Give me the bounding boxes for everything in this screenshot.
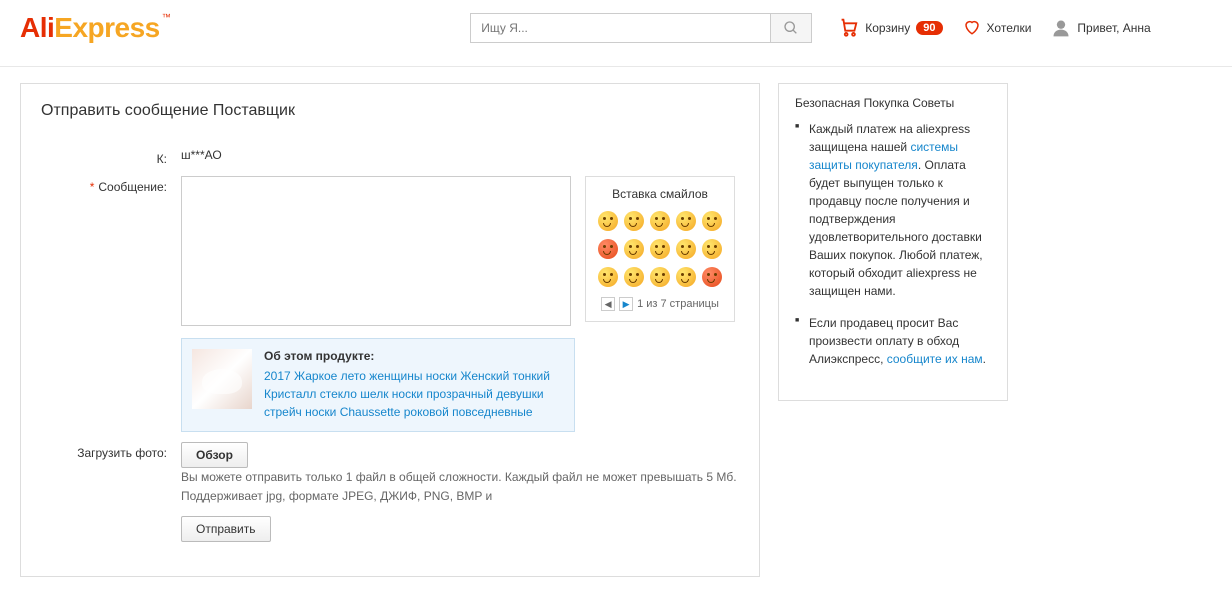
- to-value: ш***АО: [181, 148, 739, 166]
- product-thumbnail[interactable]: [192, 349, 252, 409]
- cart-link[interactable]: Корзину 90: [837, 16, 942, 41]
- smiley-panel: Вставка смайлов: [585, 176, 735, 322]
- heart-icon: [963, 18, 981, 39]
- to-row: К: ш***АО: [41, 148, 739, 166]
- send-button[interactable]: Отправить: [181, 516, 271, 542]
- logo[interactable]: AliExpress™: [20, 12, 170, 44]
- page-title: Отправить сообщение Поставщик: [41, 102, 739, 120]
- greeting-label: Привет, Анна: [1077, 21, 1150, 35]
- smiley-icon[interactable]: [676, 211, 696, 231]
- search-button[interactable]: [770, 13, 812, 43]
- smiley-icon[interactable]: [598, 239, 618, 259]
- smiley-icon[interactable]: [702, 239, 722, 259]
- tips-panel: Безопасная Покупка Советы Каждый платеж …: [778, 83, 1008, 401]
- header-right: Корзину 90 Хотелки Привет, Анна: [837, 16, 1150, 41]
- header: AliExpress™ Корзину 90 Хотелки Привет, А…: [0, 0, 1232, 67]
- upload-row: Загрузить фото: Обзор Вы можете отправит…: [41, 442, 739, 542]
- logo-part1: Ali: [20, 12, 54, 43]
- smiley-grid: [598, 211, 722, 287]
- smiley-icon[interactable]: [650, 211, 670, 231]
- logo-part2: Express: [54, 12, 159, 43]
- message-form-panel: Отправить сообщение Поставщик К: ш***АО …: [20, 83, 760, 577]
- tip-item: Каждый платеж на aliexpress защищена наш…: [795, 120, 991, 300]
- upload-hint: Вы можете отправить только 1 файл в обще…: [181, 468, 739, 487]
- to-label: К:: [41, 148, 181, 166]
- cart-icon: [837, 16, 859, 41]
- product-link[interactable]: 2017 Жаркое лето женщины носки Женский т…: [264, 369, 550, 419]
- smiley-icon[interactable]: [676, 267, 696, 287]
- search-input[interactable]: [470, 13, 770, 43]
- smiley-icon[interactable]: [624, 211, 644, 231]
- product-box-title: Об этом продукте:: [264, 349, 564, 363]
- report-link[interactable]: сообщите их нам: [887, 352, 983, 366]
- wishlist-link[interactable]: Хотелки: [963, 18, 1032, 39]
- smiley-icon[interactable]: [624, 239, 644, 259]
- upload-label: Загрузить фото:: [41, 442, 181, 542]
- smiley-title: Вставка смайлов: [598, 187, 722, 201]
- cart-label: Корзину: [865, 21, 910, 35]
- main: Отправить сообщение Поставщик К: ш***АО …: [0, 67, 1232, 593]
- tip-item: Если продавец просит Вас произвести опла…: [795, 314, 991, 368]
- upload-hint-formats: Поддерживает jpg, формате JPEG, ДЖИФ, PN…: [181, 487, 739, 506]
- wishlist-label: Хотелки: [987, 21, 1032, 35]
- pager-next-button[interactable]: ▶: [619, 297, 633, 311]
- avatar-icon: [1051, 18, 1071, 38]
- pager-prev-button[interactable]: ◀: [601, 297, 615, 311]
- message-label: *Сообщение:: [41, 176, 181, 432]
- search-bar: [470, 13, 812, 43]
- pager-text: 1 из 7 страницы: [637, 298, 719, 310]
- search-icon: [783, 20, 799, 36]
- smiley-pager: ◀ ▶ 1 из 7 страницы: [598, 297, 722, 311]
- browse-button[interactable]: Обзор: [181, 442, 248, 468]
- tips-title: Безопасная Покупка Советы: [795, 96, 991, 110]
- smiley-icon[interactable]: [702, 267, 722, 287]
- smiley-icon[interactable]: [676, 239, 696, 259]
- message-row: *Сообщение: Вставка смайлов: [41, 176, 739, 432]
- smiley-icon[interactable]: [702, 211, 722, 231]
- cart-count-badge: 90: [916, 21, 942, 35]
- smiley-icon[interactable]: [598, 211, 618, 231]
- tips-list: Каждый платеж на aliexpress защищена наш…: [795, 120, 991, 368]
- smiley-icon[interactable]: [650, 239, 670, 259]
- logo-tm: ™: [162, 12, 171, 22]
- smiley-icon[interactable]: [598, 267, 618, 287]
- message-textarea[interactable]: [181, 176, 571, 326]
- account-link[interactable]: Привет, Анна: [1051, 18, 1150, 38]
- smiley-icon[interactable]: [650, 267, 670, 287]
- product-reference-box: Об этом продукте: 2017 Жаркое лето женщи…: [181, 338, 575, 432]
- smiley-icon[interactable]: [624, 267, 644, 287]
